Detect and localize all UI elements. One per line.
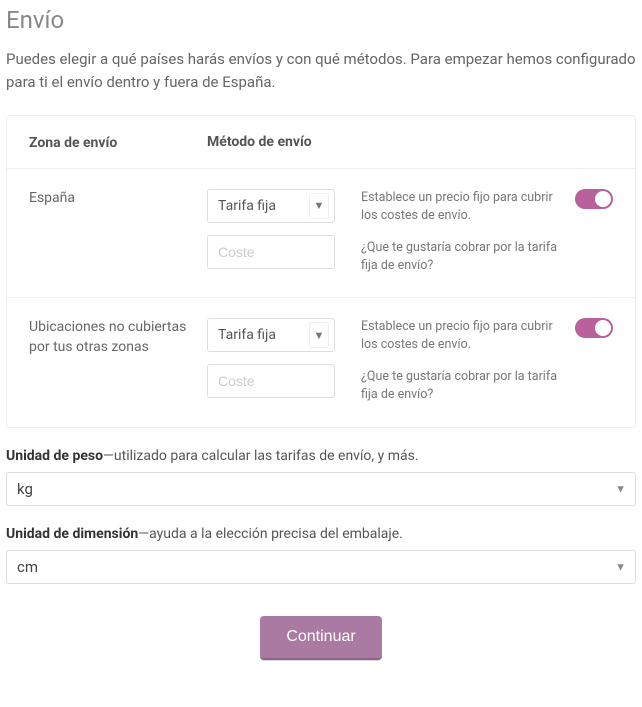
weight-unit-label: Unidad de peso—utilizado para calcular l… bbox=[6, 448, 636, 464]
zone-row: España Tarifa fija ▼ Establece un precio… bbox=[7, 168, 635, 298]
shipping-zones-card: Zona de envío Método de envío España Tar… bbox=[6, 115, 636, 428]
weight-unit-block: Unidad de peso—utilizado para calcular l… bbox=[6, 448, 636, 506]
zone-enabled-toggle[interactable] bbox=[575, 318, 613, 338]
zone-name: España bbox=[29, 189, 207, 209]
weight-unit-select[interactable]: kg bbox=[6, 472, 636, 506]
zone-name: Ubicaciones no cubiertas por tus otras z… bbox=[29, 318, 207, 357]
zone-enabled-toggle[interactable] bbox=[575, 189, 613, 209]
shipping-method-select[interactable]: Tarifa fija bbox=[207, 318, 335, 352]
method-description: Establece un precio fijo para cubrir los… bbox=[361, 318, 557, 354]
continue-button[interactable]: Continuar bbox=[260, 616, 381, 660]
zone-column-header: Zona de envío bbox=[29, 134, 207, 154]
cost-hint: ¿Que te gustaría cobrar por la tarifa fi… bbox=[361, 239, 557, 275]
cost-hint: ¿Que te gustaría cobrar por la tarifa fi… bbox=[361, 368, 557, 404]
method-description: Establece un precio fijo para cubrir los… bbox=[361, 189, 557, 225]
page-title: Envío bbox=[6, 6, 636, 34]
cost-input[interactable] bbox=[207, 364, 335, 398]
dimension-unit-select[interactable]: cm bbox=[6, 550, 636, 584]
cost-input[interactable] bbox=[207, 235, 335, 269]
intro-text: Puedes elegir a qué países harás envíos … bbox=[6, 48, 636, 93]
dimension-unit-label: Unidad de dimensión—ayuda a la elección … bbox=[6, 526, 636, 542]
dimension-unit-block: Unidad de dimensión—ayuda a la elección … bbox=[6, 526, 636, 584]
method-column-header: Método de envío bbox=[207, 134, 345, 154]
zone-row: Ubicaciones no cubiertas por tus otras z… bbox=[7, 297, 635, 427]
zones-header-row: Zona de envío Método de envío bbox=[7, 116, 635, 168]
shipping-method-select[interactable]: Tarifa fija bbox=[207, 189, 335, 223]
